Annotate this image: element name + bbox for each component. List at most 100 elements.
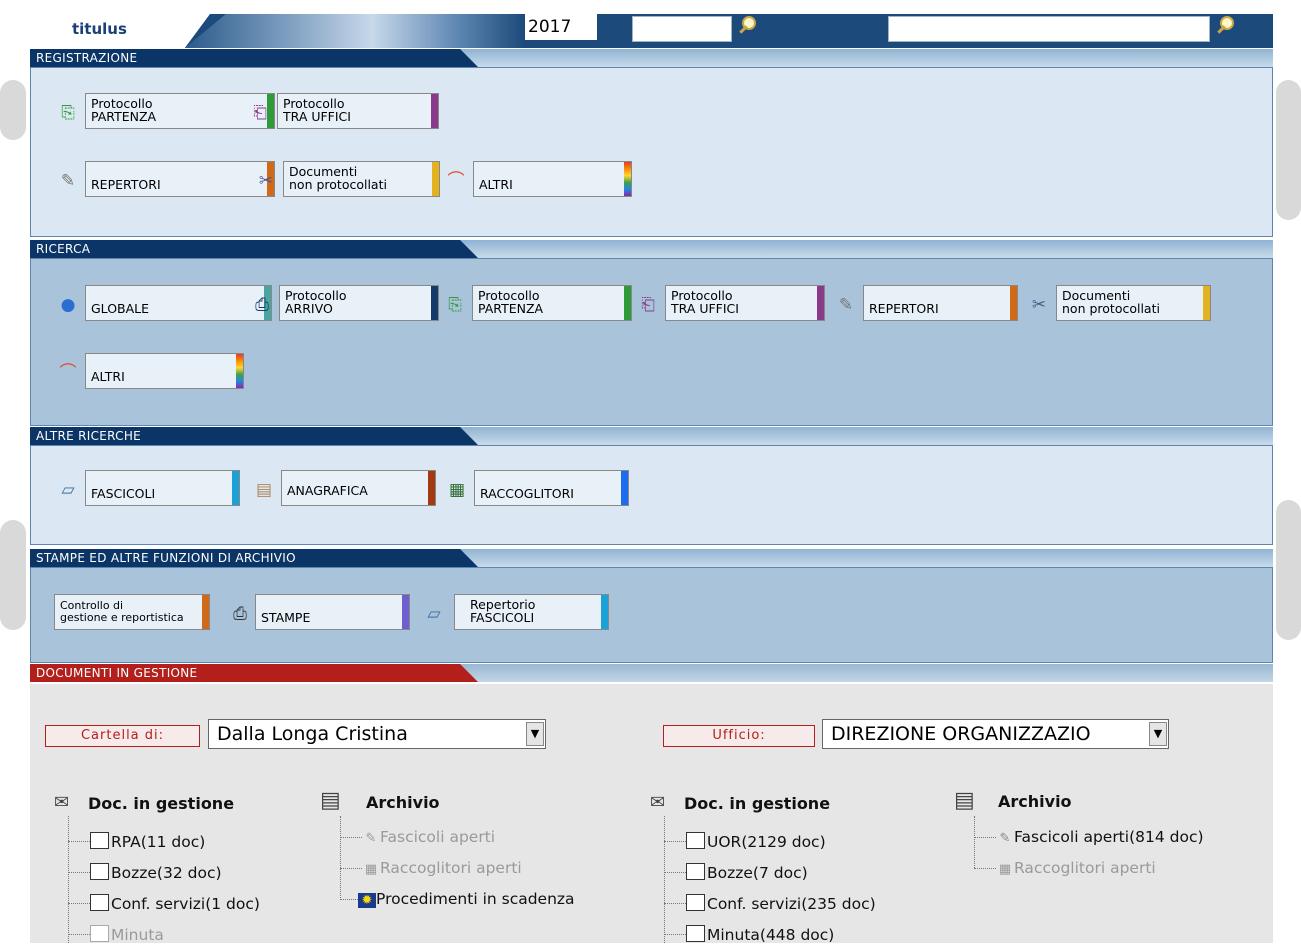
sun-icon: ✹ bbox=[358, 893, 376, 908]
repertorio-fascicoli-button[interactable]: ▱ Repertorio FASCICOLI bbox=[423, 594, 609, 630]
cartella-select[interactable]: Dalla Longa Cristina ▼ bbox=[208, 719, 546, 749]
tree-branch bbox=[974, 837, 996, 838]
logo[interactable]: titulus bbox=[72, 20, 127, 38]
tile-label: ANAGRAFICA bbox=[287, 483, 368, 498]
fascicoli-button[interactable]: ▱ FASCICOLI bbox=[57, 470, 240, 506]
left-archivio-raccoglitori-aperti: ▦ Raccoglitori aperti bbox=[362, 859, 522, 877]
tree-branch bbox=[68, 872, 90, 873]
section-title: ALTRE RICERCHE bbox=[30, 427, 478, 445]
right-doc-item-uor[interactable]: UOR(2129 doc) bbox=[686, 832, 826, 851]
right-archivio-fascicoli-aperti[interactable]: ✎ Fascicoli aperti(814 doc) bbox=[996, 828, 1204, 846]
search-icon[interactable] bbox=[735, 14, 761, 40]
tree-branch bbox=[664, 841, 686, 842]
tile-edge bbox=[621, 471, 628, 505]
tree-line bbox=[974, 816, 975, 868]
archive-icon: ▤ bbox=[320, 788, 341, 813]
section-documenti-in-gestione: Cartella di: Dalla Longa Cristina ▼ Uffi… bbox=[30, 684, 1273, 944]
tree-branch bbox=[664, 934, 686, 935]
tile-label: STAMPE bbox=[261, 610, 311, 625]
tile-edge bbox=[601, 595, 608, 629]
search-protocollo-tra-uffici-button[interactable]: ⎗ Protocollo TRA UFFICI bbox=[637, 285, 825, 321]
right-doc-title: Doc. in gestione bbox=[684, 794, 831, 813]
item-label: Fascicoli aperti(814 doc) bbox=[1014, 828, 1204, 846]
folder-checkbox-icon bbox=[686, 863, 705, 880]
binders-icon: ▦ bbox=[448, 480, 466, 500]
stampe-button[interactable]: ⎙ STAMPE bbox=[229, 594, 410, 630]
folder-checkbox-icon bbox=[686, 832, 705, 849]
item-label: Procedimenti in scadenza bbox=[376, 890, 575, 908]
item-label: Minuta bbox=[111, 926, 164, 944]
anagrafica-button[interactable]: ▤ ANAGRAFICA bbox=[253, 470, 436, 506]
tile-edge bbox=[817, 286, 824, 320]
rainbow-icon: ⌒ bbox=[59, 363, 77, 383]
folder-checkbox-icon bbox=[90, 832, 109, 849]
chevron-down-icon[interactable]: ▼ bbox=[1149, 722, 1167, 746]
banner-image bbox=[185, 14, 525, 48]
search-altri-button[interactable]: ⌒ ALTRI bbox=[57, 353, 244, 389]
section-title: DOCUMENTI IN GESTIONE bbox=[30, 664, 478, 682]
tree-branch bbox=[664, 903, 686, 904]
search-protocollo-arrivo-button[interactable]: ⎙ Protocollo ARRIVO bbox=[251, 285, 439, 321]
left-doc-item-bozze[interactable]: Bozze(32 doc) bbox=[90, 863, 222, 882]
left-doc-item-minuta: Minuta bbox=[90, 925, 164, 944]
controllo-gestione-button[interactable]: Controllo di gestione e reportistica bbox=[54, 594, 210, 630]
address-card-icon: ▤ bbox=[255, 480, 273, 500]
folder-checkbox-icon bbox=[90, 863, 109, 880]
reg-documenti-non-protocollati-button[interactable]: ✂ Documenti non protocollati bbox=[255, 161, 440, 197]
section-header-stampe: STAMPE ED ALTRE FUNZIONI DI ARCHIVIO bbox=[30, 549, 1273, 567]
folder-icon: ✎ bbox=[365, 831, 377, 846]
tile-edge bbox=[236, 354, 243, 388]
search-repertori-button[interactable]: ✎ REPERTORI bbox=[835, 285, 1018, 321]
chevron-down-icon[interactable]: ▼ bbox=[526, 722, 544, 746]
document-out-icon: ⎘ bbox=[61, 103, 75, 123]
tile-line-2: ARRIVO bbox=[285, 301, 333, 316]
section-stampe: Controllo di gestione e reportistica ⎙ S… bbox=[30, 567, 1273, 663]
right-doc-item-minuta[interactable]: Minuta(448 doc) bbox=[686, 925, 834, 944]
search-icon[interactable] bbox=[1213, 14, 1239, 40]
tile-edge bbox=[624, 286, 631, 320]
document-in-icon: ⎙ bbox=[255, 295, 269, 315]
left-archivio-title: Archivio bbox=[366, 793, 440, 812]
raccoglitori-button[interactable]: ▦ RACCOGLITORI bbox=[446, 470, 629, 506]
section-registrazione: ⎘ Protocollo PARTENZA ⎗ Protocollo TRA U… bbox=[30, 67, 1273, 237]
section-title: RICERCA bbox=[30, 240, 478, 258]
folder-checkbox-icon bbox=[686, 925, 705, 942]
search-documenti-non-protocollati-button[interactable]: ✂ Documenti non protocollati bbox=[1028, 285, 1211, 321]
search-globale-button[interactable]: ● GLOBALE bbox=[57, 285, 272, 321]
search-input-protocol[interactable] bbox=[632, 16, 732, 42]
tree-branch bbox=[68, 903, 90, 904]
reg-altri-button[interactable]: ⌒ ALTRI bbox=[445, 161, 632, 197]
document-transfer-icon: ⎗ bbox=[253, 103, 267, 123]
left-doc-item-conf-servizi[interactable]: Conf. servizi(1 doc) bbox=[90, 894, 260, 913]
right-doc-item-bozze[interactable]: Bozze(7 doc) bbox=[686, 863, 808, 882]
tile-edge bbox=[624, 162, 631, 196]
right-archivio-title: Archivio bbox=[998, 792, 1072, 811]
tile-label: REPERTORI bbox=[91, 177, 161, 192]
left-doc-item-rpa[interactable]: RPA(11 doc) bbox=[90, 832, 205, 851]
item-label: Raccoglitori aperti bbox=[380, 859, 522, 877]
tile-edge bbox=[428, 471, 435, 505]
folder-checkbox-icon bbox=[90, 894, 109, 911]
folder-icon: ▱ bbox=[427, 604, 441, 624]
paperclip-icon: ✂ bbox=[258, 171, 274, 191]
tree-line bbox=[68, 816, 69, 943]
tile-edge bbox=[202, 595, 209, 629]
reg-protocollo-tra-uffici-button[interactable]: ⎗ Protocollo TRA UFFICI bbox=[249, 93, 439, 129]
paperclip-icon: ✂ bbox=[1031, 295, 1047, 315]
year-field[interactable]: 2017 bbox=[525, 14, 597, 40]
section-ricerca: ● GLOBALE ⎙ Protocollo ARRIVO ⎘ Protocol… bbox=[30, 258, 1273, 426]
tile-label: GLOBALE bbox=[91, 301, 150, 316]
section-title: STAMPE ED ALTRE FUNZIONI DI ARCHIVIO bbox=[30, 549, 478, 567]
reg-repertori-button[interactable]: ✎ REPERTORI bbox=[57, 161, 275, 197]
ufficio-select[interactable]: DIREZIONE ORGANIZZAZIO ▼ bbox=[822, 719, 1169, 749]
reg-protocollo-partenza-button[interactable]: ⎘ Protocollo PARTENZA bbox=[57, 93, 275, 129]
folder-icon: ▱ bbox=[61, 480, 75, 500]
tree-line bbox=[664, 816, 665, 943]
search-protocollo-partenza-button[interactable]: ⎘ Protocollo PARTENZA bbox=[444, 285, 632, 321]
right-doc-item-conf-servizi[interactable]: Conf. servizi(235 doc) bbox=[686, 894, 876, 913]
tile-line-2: non protocollati bbox=[1062, 301, 1160, 316]
tile-edge bbox=[431, 94, 438, 128]
item-label: Bozze(32 doc) bbox=[111, 864, 222, 882]
left-archivio-procedimenti-scadenza[interactable]: ✹ Procedimenti in scadenza bbox=[358, 890, 575, 908]
search-input-global[interactable] bbox=[888, 16, 1210, 42]
